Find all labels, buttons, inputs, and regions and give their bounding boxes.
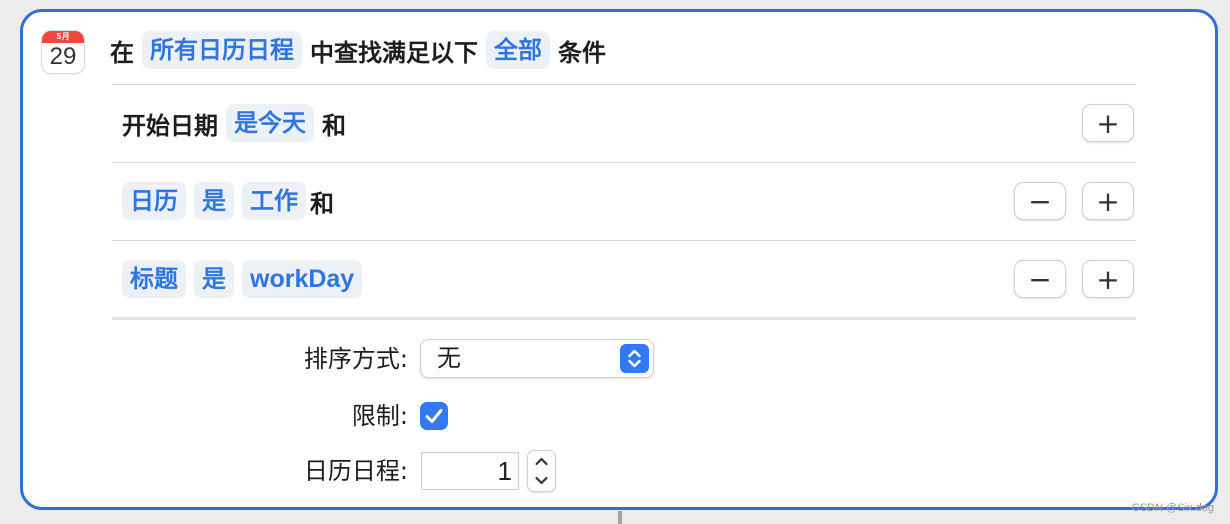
add-filter-button[interactable]: +	[1082, 182, 1134, 220]
filter-field-token[interactable]: 标题	[122, 260, 186, 298]
filter-row-calendar: 日历 是 工作 和	[122, 181, 334, 221]
divider	[112, 162, 1136, 163]
event-count-stepper[interactable]	[527, 450, 556, 492]
filter-conjunction: 和	[310, 189, 334, 218]
sort-by-select[interactable]: 无	[420, 339, 654, 378]
header-middle-text: 中查找满足以下	[310, 38, 478, 67]
sort-by-label: 排序方式:	[303, 345, 408, 373]
filter-field-label: 开始日期	[122, 111, 218, 140]
event-source-token[interactable]: 所有日历日程	[142, 31, 302, 69]
calendar-icon-day: 29	[49, 43, 77, 70]
minus-icon: −	[1028, 184, 1052, 218]
checkmark-icon	[425, 409, 443, 423]
remove-filter-button[interactable]: −	[1014, 182, 1066, 220]
filter-field-token[interactable]: 日历	[122, 182, 186, 220]
section-divider	[112, 317, 1136, 320]
filter-row-start-date: 开始日期 是今天 和	[122, 103, 346, 143]
add-filter-button[interactable]: +	[1082, 104, 1134, 142]
minus-icon: −	[1028, 262, 1052, 296]
event-count-field[interactable]: 1	[421, 452, 519, 490]
header-suffix: 条件	[558, 38, 606, 67]
filter-operator-token[interactable]: 是今天	[226, 104, 314, 142]
match-mode-token[interactable]: 全部	[486, 31, 550, 69]
event-count-label: 日历日程:	[303, 457, 408, 485]
watermark: CSDN @Six.dog	[1131, 502, 1214, 514]
plus-icon: +	[1096, 106, 1120, 140]
action-connector-line	[618, 511, 622, 524]
plus-icon: +	[1096, 262, 1120, 296]
calendar-app-icon: 5月 29	[42, 31, 84, 73]
header-prefix: 在	[110, 38, 134, 67]
remove-filter-button[interactable]: −	[1014, 260, 1066, 298]
add-filter-button[interactable]: +	[1082, 260, 1134, 298]
chevron-down-icon[interactable]	[528, 471, 555, 491]
limit-label: 限制:	[351, 402, 408, 430]
filter-operator-token[interactable]: 是	[194, 260, 234, 298]
filter-value-token[interactable]: 工作	[242, 182, 306, 220]
divider	[112, 240, 1136, 241]
filter-operator-token[interactable]: 是	[194, 182, 234, 220]
sort-by-value: 无	[437, 344, 461, 372]
up-down-chevron-icon	[620, 344, 649, 373]
divider	[112, 84, 1136, 85]
calendar-icon-month: 5月	[42, 31, 84, 43]
limit-checkbox[interactable]	[420, 402, 448, 430]
filter-row-title: 标题 是 workDay	[122, 259, 363, 299]
filter-value-token[interactable]: workDay	[242, 260, 363, 298]
filter-conjunction: 和	[322, 111, 346, 140]
plus-icon: +	[1096, 184, 1120, 218]
chevron-up-icon[interactable]	[528, 451, 555, 471]
action-header: 在 所有日历日程 中查找满足以下 全部 条件	[110, 30, 606, 70]
